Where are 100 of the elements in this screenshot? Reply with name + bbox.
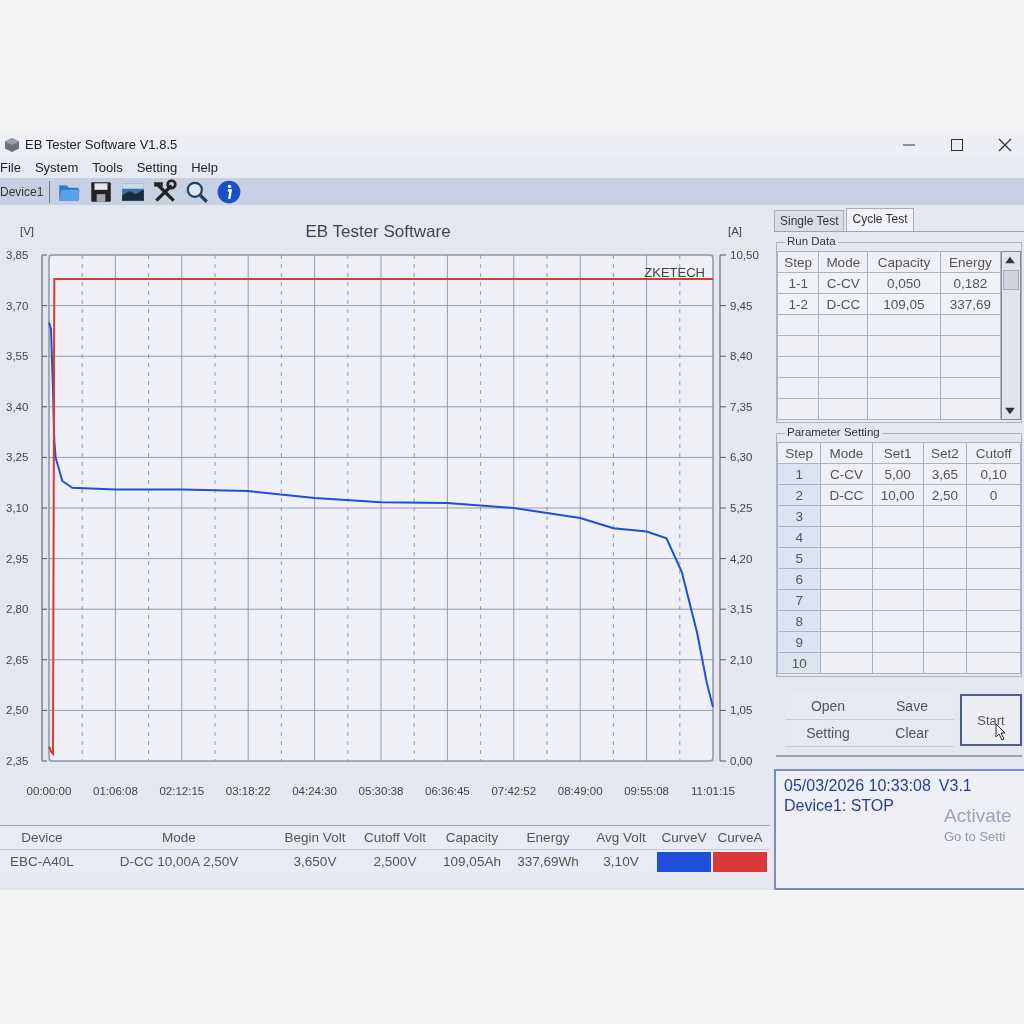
table-cell: 1-1 (777, 272, 819, 294)
step-number: 2 (795, 487, 803, 503)
axis-tick-label: 2,65 (6, 653, 29, 666)
axis-tick-label: 01:06:08 (93, 785, 138, 797)
close-icon[interactable] (998, 137, 1012, 152)
axis-label: [A] (728, 225, 743, 237)
axis-tick-label: 00:00:00 (26, 785, 72, 797)
column-header: Mode (161, 830, 197, 845)
axis-tick-label: 2,50 (6, 704, 29, 717)
axis-tick-label: 08:49:00 (557, 785, 603, 797)
table-cell: D-CC (829, 487, 864, 503)
axis-tick-label: 2,35 (6, 755, 29, 767)
logo-text: ZKETECH (644, 265, 705, 280)
column-header: CurveA (716, 830, 764, 845)
menu-item[interactable]: Help (191, 159, 218, 175)
table-cell: 5,00 (884, 466, 911, 482)
axis-tick-label: 3,85 (6, 249, 29, 261)
chart-title: EB Tester Software (305, 222, 451, 241)
axis-tick-label: 06:36:45 (425, 785, 470, 797)
axis-tick-label: 0,00 (730, 755, 753, 767)
table-cell: 0,10 (980, 466, 1007, 482)
column-header: Cutoff (966, 442, 1021, 464)
menu-item[interactable]: File (0, 159, 21, 175)
step-number: 5 (795, 550, 803, 566)
column-header: Device (20, 830, 64, 845)
menu-item[interactable]: System (34, 159, 79, 175)
column-header: Mode (818, 251, 868, 273)
column-header: Step (777, 442, 821, 464)
app-icon (4, 136, 20, 153)
axis-tick-label: 3,40 (6, 400, 29, 413)
table-cell: C-CV (829, 466, 863, 482)
column-header: Begin Volt (283, 830, 347, 845)
table-cell: 0 (989, 487, 998, 503)
maximize-icon[interactable] (950, 137, 964, 152)
table-cell-text: 3,10V (602, 854, 640, 869)
axis-tick-label: 3,10 (6, 502, 29, 514)
table-cell-text: 2,500V (372, 854, 418, 869)
scrollbar[interactable] (1001, 251, 1021, 420)
step-number: 1 (795, 466, 803, 482)
step-number: 9 (795, 634, 803, 650)
table-cell: 2,50 (931, 487, 959, 503)
column-header: CurveV (660, 830, 708, 845)
table-cell-text: 109,05Ah (442, 854, 502, 869)
table-cell-text: 337,69Wh (516, 854, 580, 869)
column-header: Cutoff Volt (362, 830, 427, 845)
table-cell: 10,00 (880, 487, 915, 503)
table-cell: 1-2 (777, 293, 819, 315)
step-number: 10 (791, 655, 807, 671)
column-header: Step (777, 251, 819, 273)
axis-tick-label: 2,95 (6, 552, 29, 565)
axis-tick-label: 8,40 (730, 350, 753, 363)
menu-item[interactable]: Tools (92, 159, 123, 175)
column-header: Set2 (923, 442, 967, 464)
tab[interactable]: Single Test (774, 210, 845, 231)
mouse-cursor-icon (995, 723, 1007, 741)
menu-item[interactable]: Setting (136, 159, 178, 175)
axis-tick-label: 3,70 (6, 299, 29, 312)
table-cell-text: EBC-A40L (9, 854, 75, 869)
axis-tick-label: 4,20 (730, 552, 753, 565)
step-number: 6 (795, 571, 803, 587)
column-header: Mode (820, 442, 873, 464)
column-header: Capacity (444, 830, 500, 845)
axis-tick-label: 1,05 (730, 704, 753, 717)
start-button[interactable]: Start (960, 694, 1022, 746)
axis-tick-label: 3,55 (6, 350, 29, 363)
tab[interactable]: Cycle Test (846, 208, 914, 231)
axis-tick-label: 04:24:30 (292, 785, 337, 797)
device-label[interactable]: Device1 (0, 184, 44, 199)
tools-icon[interactable] (152, 178, 179, 205)
info-icon[interactable] (216, 178, 243, 205)
axis-tick-label: 11:01:15 (691, 785, 735, 797)
axis-tick-label: 2,80 (6, 603, 29, 616)
step-number: 8 (795, 613, 803, 629)
step-number: 3 (795, 508, 803, 524)
axis-tick-label: 3,25 (6, 451, 29, 464)
table-cell-text: D-CC 10,00A 2,50V (118, 854, 240, 869)
axis-tick-label: 9,45 (730, 299, 753, 312)
column-header: Avg Volt (595, 830, 647, 845)
axis-tick-label: 07:42:52 (491, 785, 537, 797)
scroll-thumb[interactable] (1003, 270, 1019, 290)
group-title: Parameter Setting (785, 426, 882, 438)
column-header: Capacity (867, 251, 941, 273)
step-number: 4 (795, 529, 803, 545)
step-number: 7 (795, 592, 803, 608)
device-status: Device1: STOP (784, 797, 895, 815)
axis-label: [V] (20, 225, 35, 237)
axis-tick-label: 2,10 (730, 653, 753, 666)
table-cell: 3,65 (931, 466, 959, 482)
axis-tick-label: 02:12:15 (159, 785, 205, 797)
axis-tick-label: 09:55:08 (624, 785, 669, 797)
axis-tick-label: 05:30:38 (358, 785, 404, 797)
activation-title: Activate (944, 805, 1012, 827)
status-version: V3.1 (938, 777, 972, 795)
window-title: EB Tester Software V1.8.5 (25, 137, 178, 153)
axis-tick-label: 10,50 (730, 249, 759, 261)
status-datetime: 05/03/2026 10:33:08 (784, 777, 931, 795)
table-cell-text: 3,650V (292, 854, 338, 869)
group-title: Run Data (785, 235, 838, 247)
column-header: Energy (940, 251, 1001, 273)
axis-tick-label: 5,25 (730, 502, 753, 514)
